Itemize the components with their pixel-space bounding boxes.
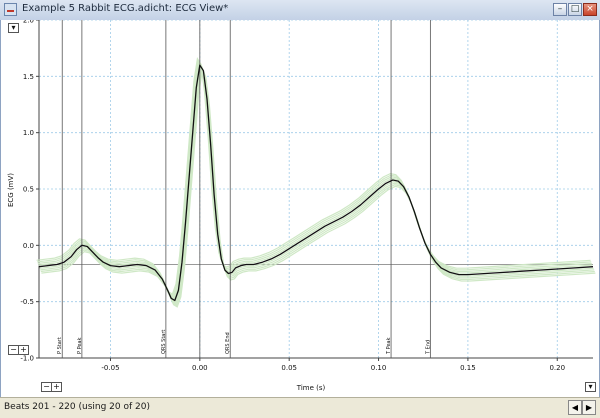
y-axis-label: ECG (mV) bbox=[7, 173, 15, 207]
y-tick-label: 2.0 bbox=[23, 20, 34, 25]
close-button[interactable]: × bbox=[583, 3, 597, 16]
app-icon[interactable] bbox=[4, 3, 17, 16]
y-tick-label: -1.0 bbox=[20, 355, 34, 363]
x-zoom-in-button[interactable]: + bbox=[51, 382, 62, 392]
y-tick-label: 0.0 bbox=[23, 242, 34, 250]
y-tick-label: 1.5 bbox=[23, 73, 34, 81]
previous-beats-button[interactable]: ◀ bbox=[568, 400, 582, 415]
overlay-beat-trace bbox=[36, 57, 591, 295]
display-settings-dropdown[interactable]: ▾ bbox=[8, 23, 19, 33]
ecg-view-panel: -1.0 -0.5 0.0 0.5 1.0 1.5 2.0 -0.05 0.00 0.05 0.10… bbox=[0, 20, 600, 397]
beats-status: Beats 201 - 220 (using 20 of 20) bbox=[4, 402, 150, 412]
x-axis-label: Time (s) bbox=[296, 384, 326, 392]
view-options-dropdown[interactable]: ▾ bbox=[585, 382, 596, 392]
event-marker-label: QRS Start bbox=[161, 330, 167, 354]
y-tick-label: 1.0 bbox=[23, 129, 34, 137]
status-bar: Beats 201 - 220 (using 20 of 20) ◀ ▶ bbox=[0, 397, 600, 418]
y-tick-label: -0.5 bbox=[20, 298, 34, 306]
x-tick-label: -0.05 bbox=[101, 364, 119, 372]
x-tick-label: 0.15 bbox=[460, 364, 476, 372]
event-marker-label: QRS End bbox=[225, 332, 231, 354]
next-beats-button[interactable]: ▶ bbox=[582, 400, 596, 415]
axes: -1.0 -0.5 0.0 0.5 1.0 1.5 2.0 -0.05 0.00 0.05 0.10… bbox=[20, 20, 593, 372]
window-titlebar[interactable]: Example 5 Rabbit ECG.adicht: ECG View* –… bbox=[0, 0, 600, 21]
event-marker-label: T Peak bbox=[386, 337, 392, 355]
overlay-traces bbox=[36, 57, 596, 308]
window-title: Example 5 Rabbit ECG.adicht: ECG View* bbox=[22, 3, 229, 14]
event-marker-label: P Peak bbox=[77, 337, 83, 354]
x-tick-label: 0.10 bbox=[371, 364, 387, 372]
gridlines bbox=[39, 20, 593, 359]
x-tick-label: 0.00 bbox=[192, 364, 208, 372]
y-zoom-in-button[interactable]: + bbox=[18, 345, 29, 355]
minimize-button[interactable]: – bbox=[553, 3, 567, 16]
event-marker-label: T End bbox=[425, 340, 431, 355]
event-marker-label: P Start bbox=[57, 337, 63, 354]
x-tick-label: 0.20 bbox=[549, 364, 565, 372]
y-tick-label: 0.5 bbox=[23, 186, 34, 194]
maximize-button[interactable]: □ bbox=[568, 3, 582, 16]
ecg-chart[interactable]: -1.0 -0.5 0.0 0.5 1.0 1.5 2.0 -0.05 0.00 0.05 0.10… bbox=[1, 20, 599, 397]
x-tick-label: 0.05 bbox=[281, 364, 297, 372]
